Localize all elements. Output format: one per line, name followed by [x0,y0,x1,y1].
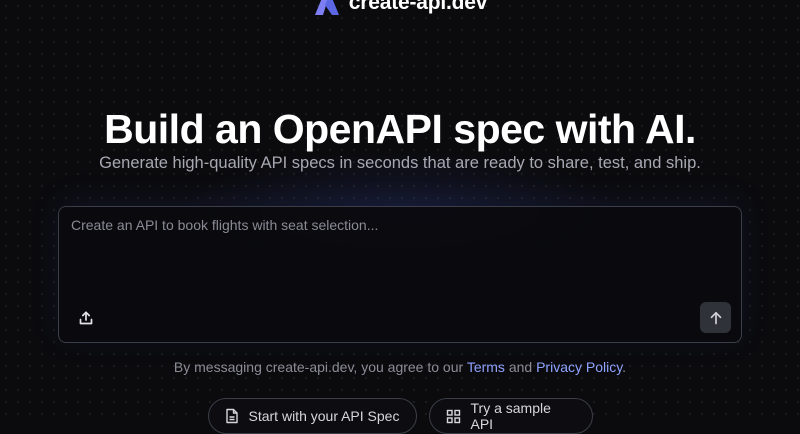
page-title: Build an OpenAPI spec with AI. [104,106,696,152]
try-sample-api-button[interactable]: Try a sample API [428,398,593,434]
disclaimer-and: and [508,359,533,375]
prompt-input[interactable] [71,217,721,297]
arrow-up-icon [710,311,721,324]
brand-logo[interactable]: create-api.dev [0,0,800,15]
privacy-policy-link[interactable]: Privacy Policy [536,359,622,375]
logo-mark-icon [314,0,339,15]
terms-disclaimer: By messaging create-api.dev, you agree t… [0,359,800,375]
disclaimer-prefix: By messaging create-api.dev, you agree t… [173,359,464,375]
try-sample-api-label: Try a sample API [470,400,551,432]
page-subtitle: Generate high-quality API specs in secon… [99,154,701,172]
grid-icon [446,409,461,424]
brand-name: create-api.dev [348,0,488,14]
document-icon [225,408,239,424]
disclaimer-suffix: . [622,359,627,375]
send-button[interactable] [700,302,731,333]
terms-link[interactable]: Terms [467,359,505,375]
start-with-spec-button[interactable]: Start with your API Spec [207,398,417,434]
upload-button[interactable] [73,305,99,331]
quick-actions: Start with your API Spec Try a sample AP… [0,398,800,434]
upload-icon [79,311,93,325]
start-with-spec-label: Start with your API Spec [248,408,400,424]
prompt-box [58,206,742,343]
